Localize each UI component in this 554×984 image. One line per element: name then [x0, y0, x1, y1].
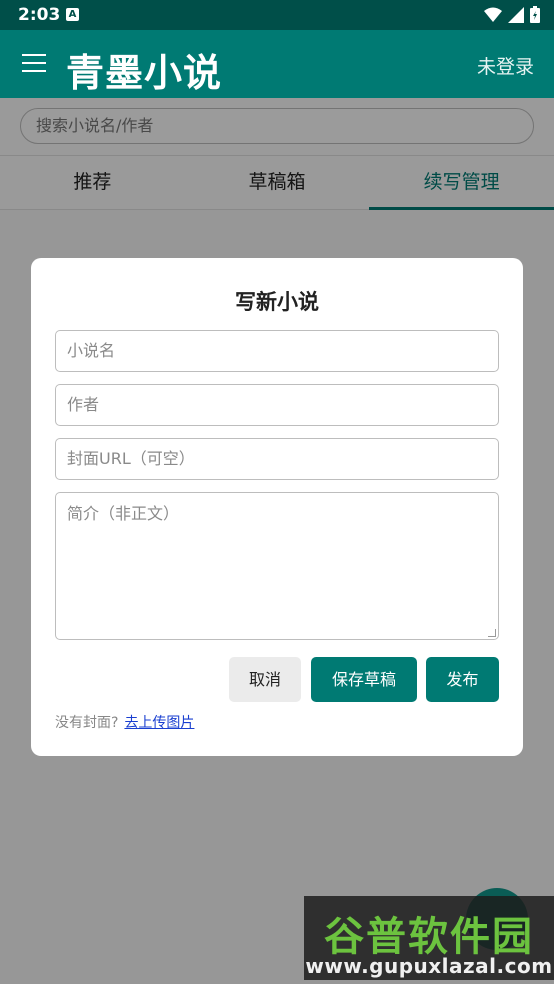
app-title: 青墨小说 [66, 51, 223, 95]
notification-icon: A [66, 8, 79, 21]
cover-hint-text: 没有封面? [55, 715, 119, 731]
status-time: 2:03 [18, 5, 61, 25]
battery-icon [530, 6, 540, 23]
cancel-button[interactable]: 取消 [229, 657, 301, 702]
publish-button[interactable]: 发布 [426, 657, 499, 702]
intro-textarea[interactable]: 简介（非正文） [55, 492, 499, 640]
signal-icon [508, 6, 524, 23]
app-bar: 青墨小说 未登录 [0, 30, 554, 98]
author-input[interactable]: 作者 [55, 384, 499, 426]
resize-grip-icon[interactable] [488, 629, 496, 637]
login-button[interactable]: 未登录 [477, 52, 534, 79]
save-draft-button[interactable]: 保存草稿 [311, 657, 417, 702]
status-bar: 2:03 A [0, 0, 554, 30]
cover-url-input[interactable]: 封面URL（可空） [55, 438, 499, 480]
menu-icon[interactable] [22, 54, 46, 74]
watermark: 谷普软件园 www.gupuxlazal.com [304, 896, 554, 980]
novel-name-input[interactable]: 小说名 [55, 330, 499, 372]
cover-hint: 没有封面? 去上传图片 [55, 712, 194, 732]
wifi-icon [484, 7, 502, 22]
intro-placeholder: 简介（非正文） [67, 504, 180, 523]
watermark-url: www.gupuxlazal.com [305, 954, 553, 978]
dialog-title: 写新小说 [235, 290, 319, 314]
new-novel-dialog: 写新小说 小说名 作者 封面URL（可空） 简介（非正文） 取消 保存草稿 发布… [31, 258, 523, 756]
status-icons [484, 6, 540, 23]
upload-image-link[interactable]: 去上传图片 [124, 715, 194, 731]
